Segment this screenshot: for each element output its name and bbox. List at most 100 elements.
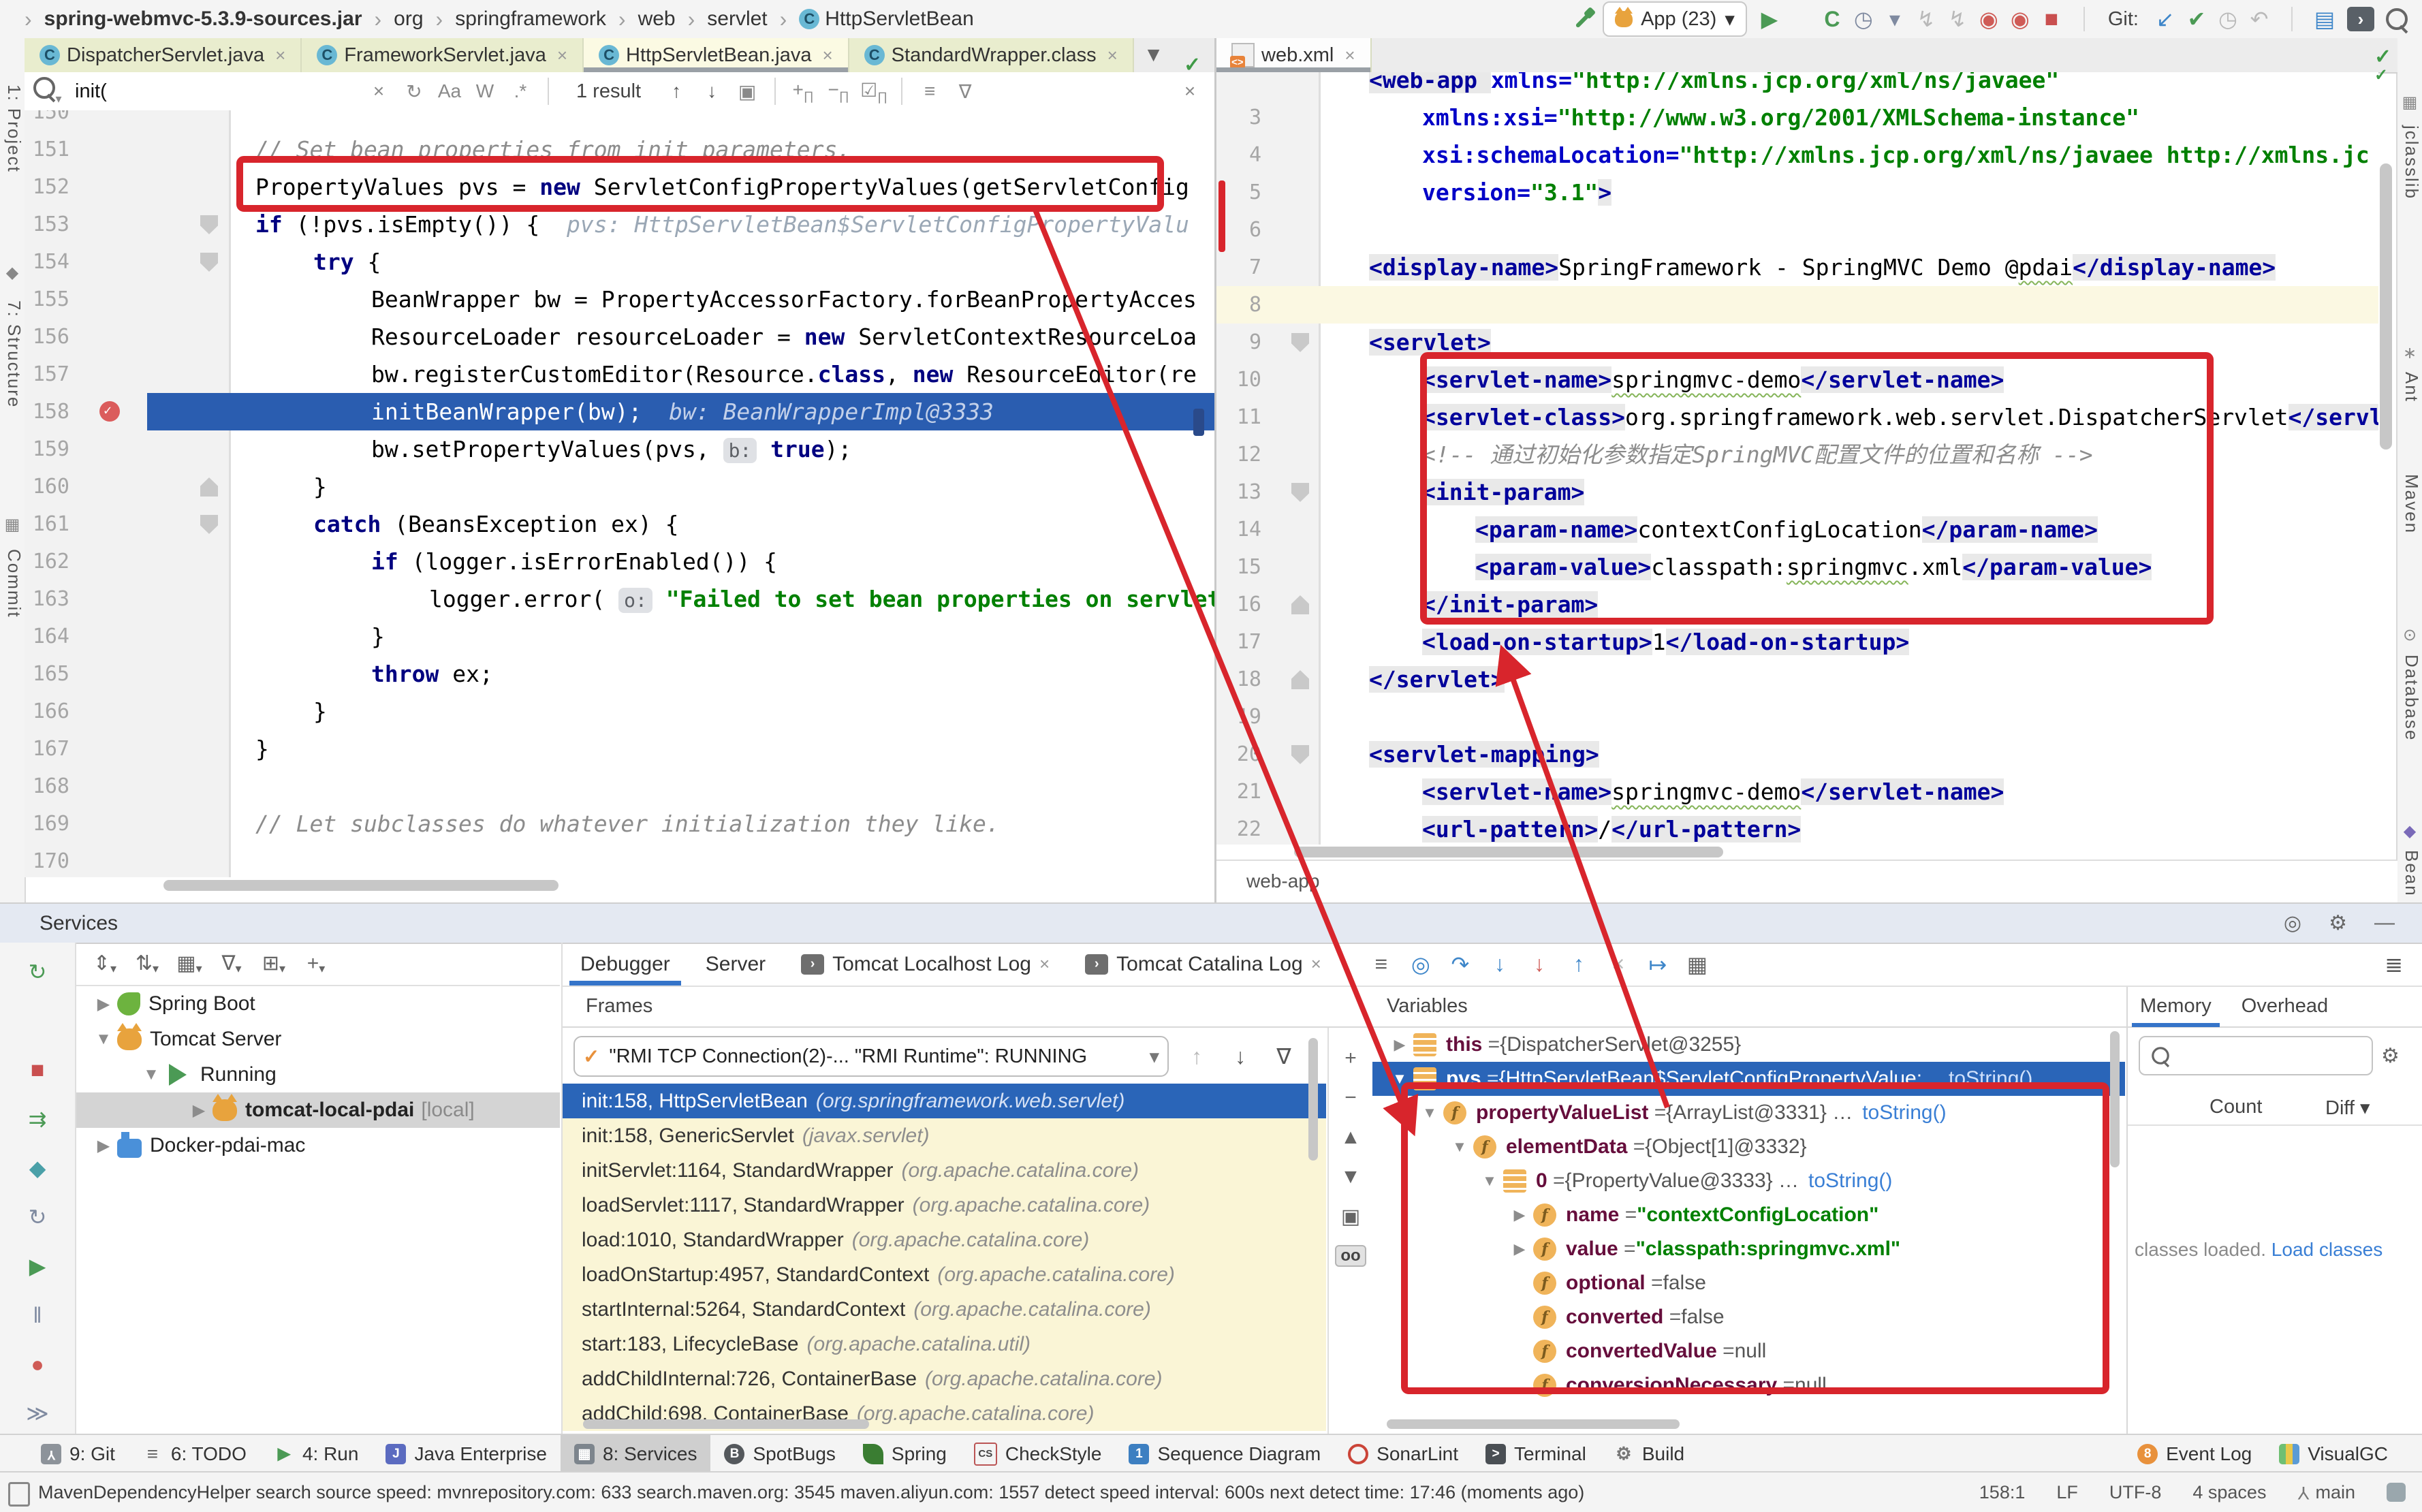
diff-column[interactable]: Diff ▾: [2325, 1096, 2370, 1120]
watch-action-icon[interactable]: ▣: [1341, 1205, 1360, 1229]
regex-icon[interactable]: .*: [503, 80, 538, 102]
watch-action-icon[interactable]: −: [1344, 1086, 1357, 1109]
chevron-icon[interactable]: [185, 1101, 213, 1120]
line-number[interactable]: 4: [1216, 136, 1261, 174]
breadcrumb-item[interactable]: spring-webmvc-5.3.9-sources.jar: [44, 7, 362, 31]
filter-search-icon[interactable]: ∇: [947, 80, 983, 103]
horizontal-scrollbar[interactable]: [1387, 1419, 1680, 1429]
tool-windows-icon[interactable]: [8, 1482, 30, 1507]
gutter-icon[interactable]: [99, 401, 120, 422]
error-stripe-mark[interactable]: [1193, 409, 1204, 436]
chevron-icon[interactable]: [90, 1136, 117, 1156]
debug-tab[interactable]: › Tomcat Catalina Log ×: [1067, 943, 1339, 986]
tool-window-button[interactable]: VisualGC: [2265, 1435, 2402, 1472]
search-options-icon[interactable]: ≡: [912, 80, 947, 102]
breadcrumb-item[interactable]: web: [638, 7, 676, 31]
whole-words-icon[interactable]: W: [467, 80, 503, 102]
memory-settings-icon[interactable]: ⚙: [2381, 1044, 2400, 1068]
line-separator[interactable]: LF: [2056, 1482, 2078, 1503]
debug-tab[interactable]: Debugger: [563, 943, 688, 986]
tree-toolbar-icon[interactable]: ∇▾: [213, 951, 251, 976]
chevron-icon[interactable]: [90, 1030, 117, 1049]
chevron-icon[interactable]: [1416, 1104, 1443, 1122]
indent-style[interactable]: 4 spaces: [2192, 1482, 2266, 1503]
xml-editor[interactable]: <web-app xmlns="http://xmlns.jcp.org/xml…: [1216, 72, 2378, 845]
editor-tab[interactable]: C FrameworkServlet.java ×: [302, 38, 584, 72]
debug-action-icon[interactable]: ↦: [1643, 949, 1673, 980]
close-icon[interactable]: ×: [275, 45, 285, 66]
watch-action-icon[interactable]: ▲: [1340, 1126, 1361, 1149]
line-number[interactable]: 17: [1216, 623, 1261, 661]
select-all-occurrences-icon[interactable]: ▣: [729, 80, 765, 103]
variable-row[interactable]: f name "contextConfigLocation": [1372, 1198, 2125, 1232]
line-number[interactable]: 157: [25, 356, 69, 393]
line-number[interactable]: 18: [1216, 661, 1261, 698]
editor-tab[interactable]: C StandardWrapper.class ×: [849, 38, 1134, 72]
editor-tab[interactable]: C DispatcherServlet.java ×: [25, 38, 302, 72]
line-number[interactable]: 8: [1216, 286, 1261, 324]
tree-row[interactable]: tomcat-local-pdai [local]: [76, 1092, 560, 1128]
stack-frame-row[interactable]: loadOnStartup:4957, StandardContext(org.…: [563, 1257, 1326, 1292]
variable-row[interactable]: f pvs {HttpServletBean$ServletConfigProp…: [1372, 1062, 2125, 1096]
toolbar-icon[interactable]: ▤: [2309, 3, 2340, 35]
xml-breadcrumb[interactable]: web-app: [1216, 860, 2397, 902]
line-number[interactable]: 7: [1216, 249, 1261, 286]
variable-row[interactable]: f this {DispatcherServlet@3255}: [1372, 1028, 2125, 1062]
services-action-icon[interactable]: ↻: [22, 956, 53, 988]
clear-search-icon[interactable]: ×: [361, 80, 396, 102]
close-icon[interactable]: ×: [557, 45, 567, 66]
caret-position[interactable]: 158:1: [1979, 1482, 2026, 1503]
vertical-scrollbar[interactable]: [2110, 1031, 2120, 1167]
stack-frame-row[interactable]: init:158, GenericServlet(javax.servlet): [563, 1118, 1326, 1153]
chevron-icon[interactable]: [1386, 1070, 1413, 1088]
vertical-scrollbar[interactable]: [2380, 163, 2392, 450]
toolbar-icon[interactable]: ›: [2347, 7, 2374, 31]
services-action-icon[interactable]: ●: [22, 1349, 53, 1380]
toolbar-icon[interactable]: ◉: [1973, 3, 2004, 35]
variable-row[interactable]: f optional false: [1372, 1266, 2125, 1300]
vcs-icon[interactable]: ↙: [2150, 3, 2181, 35]
vertical-scrollbar[interactable]: [1308, 1038, 1318, 1161]
watch-action-icon[interactable]: +: [1344, 1047, 1357, 1070]
tostring-link[interactable]: toString(): [1862, 1101, 1946, 1124]
horizontal-scrollbar[interactable]: [163, 880, 559, 891]
inspection-ok-icon[interactable]: ✓: [2374, 65, 2388, 85]
tree-row[interactable]: Spring Boot: [76, 986, 560, 1022]
tool-window-button[interactable]: 8: Services: [561, 1435, 711, 1472]
services-action-icon[interactable]: ‖: [22, 1300, 53, 1331]
line-number[interactable]: 12: [1216, 436, 1261, 473]
hidden-tabs-icon[interactable]: ▼: [1144, 44, 1164, 67]
git-branch[interactable]: Y main: [2297, 1482, 2355, 1503]
line-number[interactable]: 11: [1216, 398, 1261, 436]
sidebar-item-commit[interactable]: Commit: [0, 549, 25, 618]
vcs-icon[interactable]: ↶: [2244, 3, 2275, 35]
search-icon[interactable]: ▾: [30, 77, 65, 106]
breadcrumb-item[interactable]: C HttpServletBean: [799, 7, 973, 31]
build-icon[interactable]: [1570, 6, 1596, 32]
chevron-icon[interactable]: [1386, 1036, 1413, 1054]
horizontal-scrollbar[interactable]: [583, 1419, 869, 1429]
stack-frame-row[interactable]: start:183, LifecycleBase(org.apache.cata…: [563, 1327, 1326, 1361]
toolbar-icon[interactable]: ▾: [1879, 3, 1910, 35]
line-number[interactable]: 6: [1216, 211, 1261, 249]
add-selection-icon[interactable]: +∏: [785, 79, 821, 104]
stack-frame-row[interactable]: startInternal:5264, StandardContext(org.…: [563, 1292, 1326, 1327]
tree-row[interactable]: Running: [76, 1057, 560, 1092]
tab-memory[interactable]: Memory: [2128, 987, 2224, 1027]
vcs-icon[interactable]: ◷: [2212, 3, 2244, 35]
line-number[interactable]: 5: [1216, 174, 1261, 211]
debug-action-icon[interactable]: ≡: [1366, 949, 1396, 980]
line-number[interactable]: 152: [25, 168, 69, 206]
line-number[interactable]: 3: [1216, 99, 1261, 136]
breadcrumb-item[interactable]: servlet: [707, 7, 767, 31]
chevron-icon[interactable]: [1506, 1240, 1533, 1258]
tree-row[interactable]: Docker-pdai-mac: [76, 1128, 560, 1163]
tool-window-button[interactable]: Java Enterprise: [372, 1435, 561, 1472]
tool-window-button[interactable]: Spring: [849, 1435, 960, 1472]
editor-tab[interactable]: C HttpServletBean.java ×: [584, 38, 849, 72]
sidebar-item-structure[interactable]: 7: Structure: [0, 300, 25, 408]
close-search-icon[interactable]: ×: [1172, 80, 1208, 102]
breadcrumb-item[interactable]: springframework: [455, 7, 606, 31]
panel-header-icon[interactable]: ⚙: [2329, 911, 2347, 935]
watch-action-icon[interactable]: ▼: [1340, 1165, 1361, 1188]
